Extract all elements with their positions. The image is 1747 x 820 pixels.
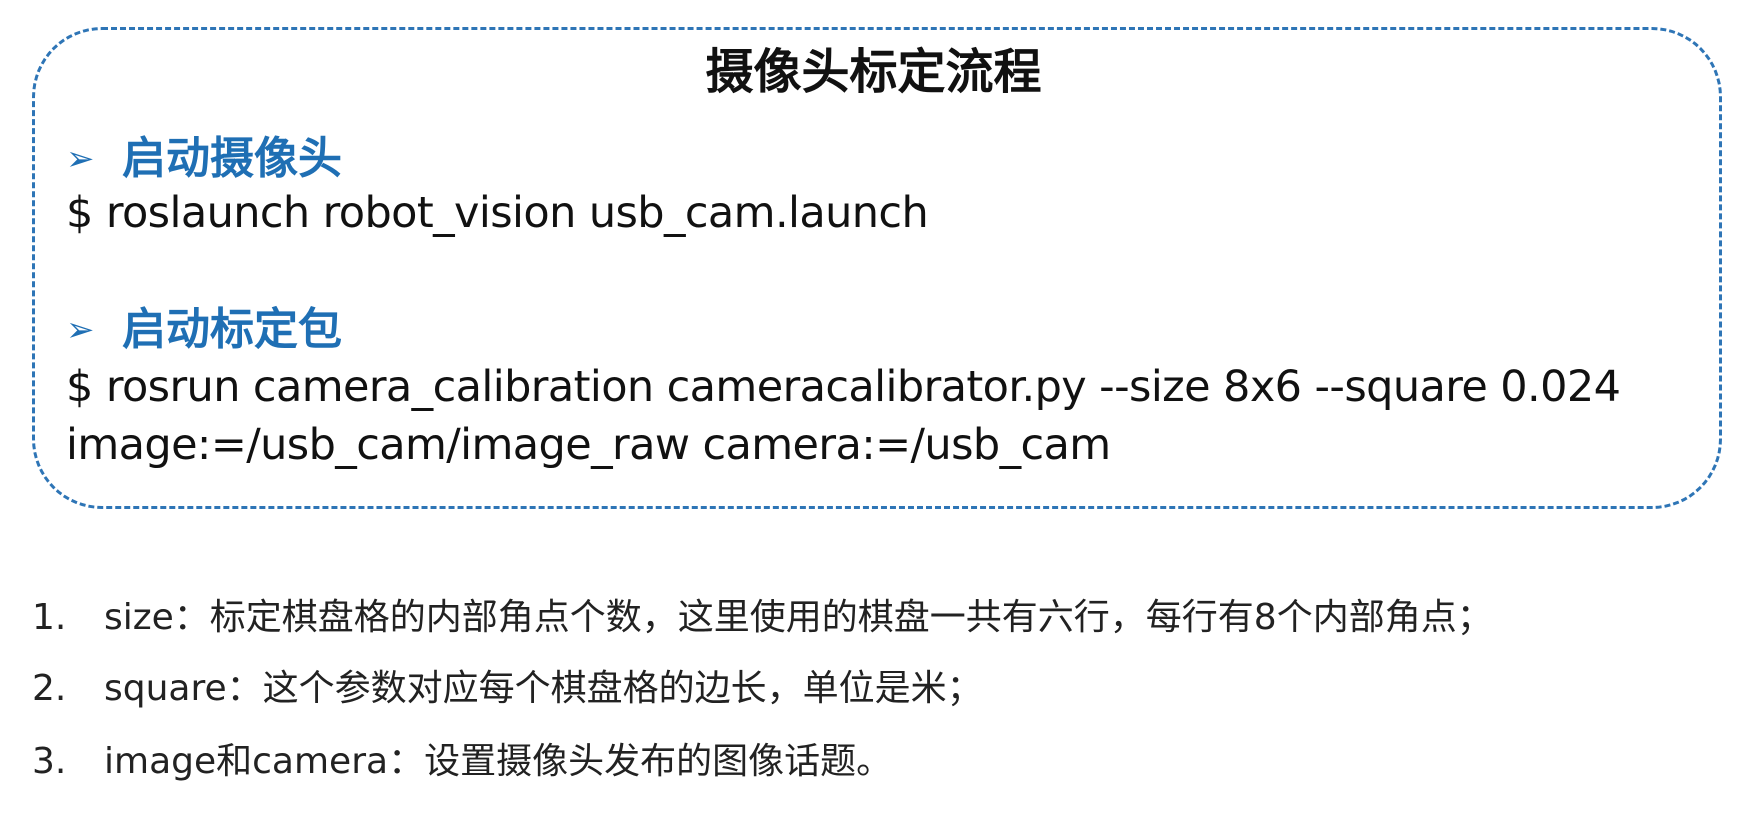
section-heading-label: 启动标定包 <box>122 304 342 355</box>
note-text: size：标定棋盘格的内部角点个数，这里使用的棋盘一共有六行，每行有8个内部角点… <box>104 597 1493 638</box>
arrow-bullet-icon: ➢ <box>66 139 95 179</box>
note-item: 2. square：这个参数对应每个棋盘格的边长，单位是米； <box>32 671 983 707</box>
note-item: 1. size：标定棋盘格的内部角点个数，这里使用的棋盘一共有六行，每行有8个内… <box>32 600 1493 636</box>
section-heading-start-calibration: ➢ 启动标定包 <box>66 308 342 352</box>
note-item: 3. image和camera：设置摄像头发布的图像话题。 <box>32 744 892 780</box>
note-number: 1. <box>32 597 67 638</box>
command-line: $ rosrun camera_calibration cameracalibr… <box>66 362 1621 412</box>
command-line-continuation: image:=/usb_cam/image_raw camera:=/usb_c… <box>66 420 1111 470</box>
section-heading-label: 启动摄像头 <box>122 133 342 184</box>
note-text: square：这个参数对应每个棋盘格的边长，单位是米； <box>104 668 983 709</box>
note-text: image和camera：设置摄像头发布的图像话题。 <box>104 741 893 782</box>
note-number: 3. <box>32 741 67 782</box>
section-heading-start-camera: ➢ 启动摄像头 <box>66 137 342 181</box>
box-title: 摄像头标定流程 <box>705 44 1042 100</box>
note-number: 2. <box>32 668 67 709</box>
command-line: $ roslaunch robot_vision usb_cam.launch <box>66 188 929 238</box>
arrow-bullet-icon: ➢ <box>66 310 95 350</box>
